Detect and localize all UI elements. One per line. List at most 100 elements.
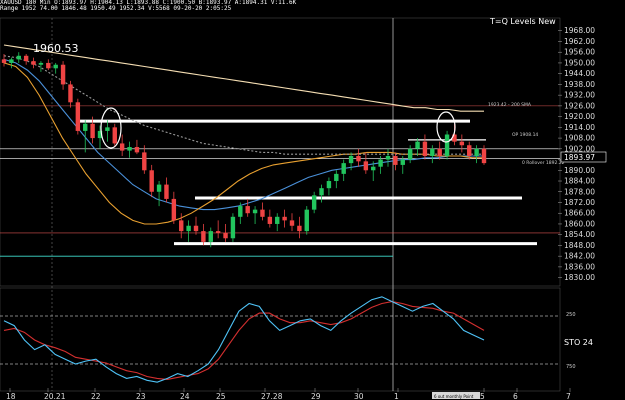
candle-body: [179, 220, 184, 232]
price-tick-label: 1914.00: [564, 123, 595, 132]
candle-body: [400, 159, 405, 165]
candle-body: [378, 159, 383, 167]
candle-body: [60, 64, 66, 85]
time-tick-label: 6: [513, 392, 518, 400]
candle-body: [459, 141, 465, 146]
candle-body: [164, 184, 169, 199]
price-tick-label: 1926.00: [564, 101, 595, 110]
time-tick-label: 18: [6, 392, 16, 400]
candle-body: [334, 173, 339, 182]
stoch-label: STO 24: [564, 338, 593, 347]
price-tick-label: 1890.00: [564, 166, 595, 175]
time-tick-label: 23: [136, 392, 146, 400]
candle-body: [112, 127, 117, 144]
candle-body: [105, 127, 110, 131]
candle-body: [119, 143, 125, 151]
candle-body: [282, 216, 287, 221]
candle-body: [215, 231, 221, 233]
candle-body: [356, 155, 361, 162]
candle-body: [31, 61, 36, 65]
candle-body: [267, 216, 273, 224]
price-tick-label: 1884.00: [564, 177, 595, 186]
candle-body: [252, 209, 258, 214]
candle-body: [16, 55, 21, 60]
candle-body: [9, 59, 14, 63]
candle-body: [186, 225, 191, 232]
candle-body: [238, 206, 243, 217]
candle-body: [341, 163, 346, 174]
price-tick-label: 1836.00: [564, 262, 595, 271]
candle-body: [156, 184, 162, 192]
candle-body: [127, 147, 132, 151]
current-price-label: 1893.97: [564, 153, 595, 162]
candle-body: [311, 195, 317, 210]
candle-body: [68, 84, 73, 103]
price-tick-label: 1962.00: [564, 37, 595, 46]
price-tick-label: 1878.00: [564, 187, 595, 196]
candle-body: [363, 161, 369, 171]
candle-body: [46, 62, 51, 69]
candle-body: [90, 123, 95, 139]
price-tick-label: 1866.00: [564, 209, 595, 218]
candle-body: [1, 59, 7, 63]
price-tick-label: 1968.00: [564, 26, 595, 35]
price-tick-label: 1872.00: [564, 198, 595, 207]
candle-body: [75, 102, 81, 131]
candle-body: [415, 141, 420, 149]
candle-body: [407, 148, 413, 160]
candle-body: [275, 216, 280, 224]
candle-body: [260, 209, 265, 217]
time-tick-label: 20.21: [44, 392, 66, 400]
price-tick-label: 1854.00: [564, 230, 595, 239]
candle-body: [481, 148, 487, 164]
price-tick-label: 1932.00: [564, 91, 595, 100]
candle-body: [319, 188, 324, 196]
candle-body: [422, 141, 428, 156]
candle-body: [467, 145, 472, 156]
candle-body: [53, 64, 58, 69]
chart-root: XAUUSD 180 Min O:1893.97 H:1904.13 L:189…: [0, 0, 625, 400]
price-tick-label: 1920.00: [564, 112, 595, 121]
stoch-tick-750: 750: [566, 364, 576, 370]
candle-body: [326, 181, 332, 189]
candle-body: [289, 220, 295, 226]
candle-body: [201, 231, 206, 242]
footer-badge[interactable]: 6 out monthly Point: [434, 394, 474, 399]
candle-body: [474, 148, 479, 156]
price-tick-label: 1944.00: [564, 69, 595, 78]
price-tick-label: 1842.00: [564, 252, 595, 261]
candle-body: [223, 232, 228, 239]
candle-body: [348, 155, 354, 164]
time-tick-label: 25: [216, 392, 226, 400]
price-tick-label: 1938.00: [564, 80, 595, 89]
candle-body: [230, 216, 236, 239]
time-tick-label: 7: [566, 392, 571, 400]
price-tick-label: 1950.00: [564, 58, 595, 67]
candle-body: [38, 62, 44, 65]
price-tick-label: 1908.00: [564, 134, 595, 143]
candle-body: [304, 209, 309, 232]
price-tick-label: 1848.00: [564, 241, 595, 250]
candle-body: [142, 152, 147, 171]
candle-body: [23, 55, 29, 62]
stoch-panel-frame: [0, 287, 561, 392]
candle-body: [134, 147, 140, 153]
stoch-tick-250: 250: [566, 312, 576, 318]
time-tick-label: 24: [180, 392, 190, 400]
price-chart[interactable]: 1968.00 1962.00 1956.001950.00 1944.00 1938.…: [0, 0, 625, 400]
price-tick-label: 1830.00: [564, 273, 595, 282]
time-tick-label: 22: [91, 392, 101, 400]
price-tick-label: 1956.00: [564, 48, 595, 57]
big-price-label: 1960.53: [33, 42, 79, 55]
candle-body: [297, 225, 302, 232]
candle-body: [193, 225, 199, 232]
candle-body: [171, 198, 177, 221]
candle-body: [83, 123, 88, 131]
candle-body: [393, 155, 398, 165]
chart-title: T=Q Levels New: [489, 17, 556, 26]
time-tick-label: 30: [354, 392, 364, 400]
price-tick-label: 1860.00: [564, 219, 595, 228]
time-tick-label: 27.28: [261, 392, 283, 400]
sma-label: 1923.42 - 200 SMA: [488, 102, 532, 108]
candle-body: [430, 148, 435, 156]
